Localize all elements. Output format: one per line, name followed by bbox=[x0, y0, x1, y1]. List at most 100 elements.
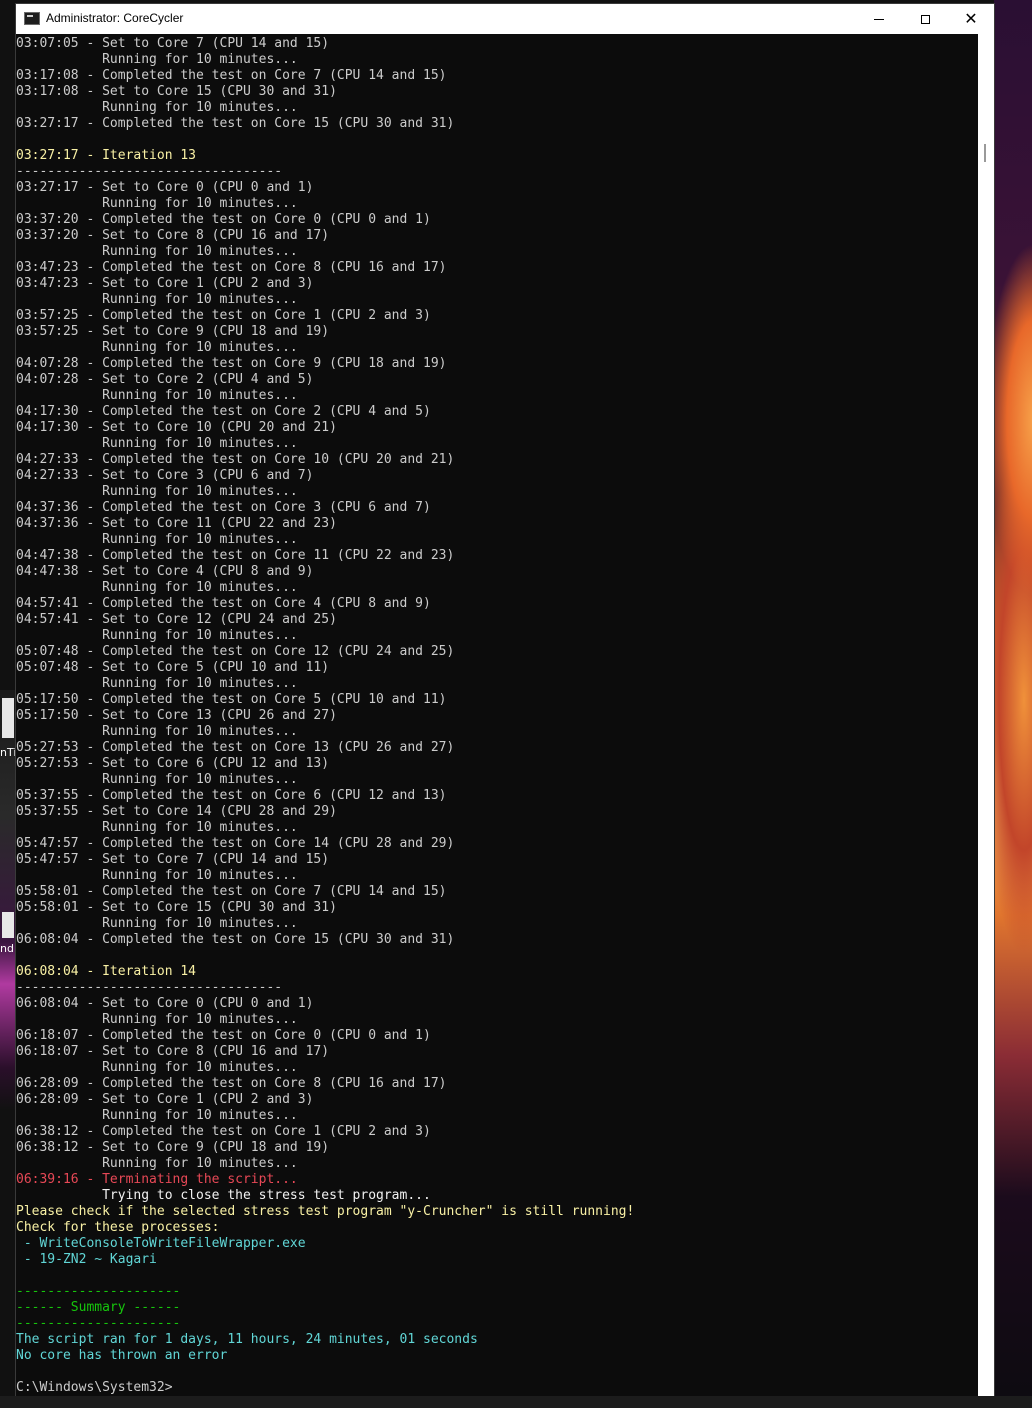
background-text-fragment: nTi bbox=[0, 746, 16, 759]
console-line: Running for 10 minutes... bbox=[16, 1060, 298, 1075]
console-line: 06:18:07 - Completed the test on Core 0 … bbox=[16, 1028, 431, 1043]
background-window-fragment bbox=[2, 698, 14, 738]
console-line: Running for 10 minutes... bbox=[16, 1012, 298, 1027]
maximize-icon bbox=[920, 14, 930, 24]
background-text-fragment: nd bbox=[0, 942, 14, 955]
console-line: Running for 10 minutes... bbox=[16, 1156, 298, 1171]
console-line: Running for 10 minutes... bbox=[16, 340, 298, 355]
console-line: 05:47:57 - Completed the test on Core 14… bbox=[16, 836, 455, 851]
console-line: 04:37:36 - Completed the test on Core 3 … bbox=[16, 500, 431, 515]
console-output[interactable]: 03:07:05 - Set to Core 7 (CPU 14 and 15)… bbox=[16, 34, 978, 1396]
console-line: Running for 10 minutes... bbox=[16, 676, 298, 691]
console-line: 04:47:38 - Completed the test on Core 11… bbox=[16, 548, 455, 563]
console-line: 03:37:20 - Completed the test on Core 0 … bbox=[16, 212, 431, 227]
console-line: 05:58:01 - Completed the test on Core 7 … bbox=[16, 884, 447, 899]
console-line: No core has thrown an error bbox=[16, 1348, 228, 1363]
console-line: Running for 10 minutes... bbox=[16, 52, 298, 67]
console-line: 05:47:57 - Set to Core 7 (CPU 14 and 15) bbox=[16, 852, 330, 867]
console-line: 03:07:05 - Set to Core 7 (CPU 14 and 15) bbox=[16, 36, 330, 51]
console-line: Running for 10 minutes... bbox=[16, 868, 298, 883]
console-line: ------ Summary ------ bbox=[16, 1300, 181, 1315]
console-line: Running for 10 minutes... bbox=[16, 724, 298, 739]
console-line: Running for 10 minutes... bbox=[16, 244, 298, 259]
console-line: 04:17:30 - Completed the test on Core 2 … bbox=[16, 404, 431, 419]
console-line: 04:57:41 - Set to Core 12 (CPU 24 and 25… bbox=[16, 612, 337, 627]
console-line: Running for 10 minutes... bbox=[16, 580, 298, 595]
console-line: 04:57:41 - Completed the test on Core 4 … bbox=[16, 596, 431, 611]
desktop-wallpaper bbox=[994, 0, 1032, 1408]
console-line: 04:27:33 - Completed the test on Core 10… bbox=[16, 452, 455, 467]
console-line: 04:47:38 - Set to Core 4 (CPU 8 and 9) bbox=[16, 564, 314, 579]
console-lines: 03:07:05 - Set to Core 7 (CPU 14 and 15)… bbox=[16, 36, 634, 1396]
console-line: - 19-ZN2 ~ Kagari bbox=[16, 1252, 157, 1267]
console-line: 04:37:36 - Set to Core 11 (CPU 22 and 23… bbox=[16, 516, 337, 531]
console-line: 03:27:17 - Iteration 13 bbox=[16, 148, 197, 163]
console-line: 06:39:16 - Terminating the script... bbox=[16, 1172, 298, 1187]
console-line: 03:17:08 - Set to Core 15 (CPU 30 and 31… bbox=[16, 84, 337, 99]
console-line: --------------------- bbox=[16, 1284, 181, 1299]
console-line: Running for 10 minutes... bbox=[16, 532, 298, 547]
console-line: 04:17:30 - Set to Core 10 (CPU 20 and 21… bbox=[16, 420, 337, 435]
console-line: 03:27:17 - Completed the test on Core 15… bbox=[16, 116, 455, 131]
console-line: ---------------------------------- bbox=[16, 164, 283, 179]
window-title: Administrator: CoreCycler bbox=[46, 11, 184, 25]
console-line: 06:08:04 - Completed the test on Core 15… bbox=[16, 932, 455, 947]
console-line: C:\Windows\System32> bbox=[16, 1380, 173, 1395]
console-line: --------------------- bbox=[16, 1316, 181, 1331]
console-line: Please check if the selected stress test… bbox=[16, 1204, 635, 1219]
console-line: 05:07:48 - Completed the test on Core 12… bbox=[16, 644, 455, 659]
console-line: 04:07:28 - Completed the test on Core 9 … bbox=[16, 356, 447, 371]
console-line: 03:27:17 - Set to Core 0 (CPU 0 and 1) bbox=[16, 180, 314, 195]
console-line: 04:07:28 - Set to Core 2 (CPU 4 and 5) bbox=[16, 372, 314, 387]
console-line: 06:38:12 - Completed the test on Core 1 … bbox=[16, 1124, 431, 1139]
console-line: ---------------------------------- bbox=[16, 980, 283, 995]
console-line: Running for 10 minutes... bbox=[16, 436, 298, 451]
console-line: Running for 10 minutes... bbox=[16, 772, 298, 787]
background-window-fragment bbox=[2, 912, 14, 938]
console-line: 03:57:25 - Completed the test on Core 1 … bbox=[16, 308, 431, 323]
minimize-button[interactable] bbox=[856, 4, 902, 34]
console-line: 05:27:53 - Set to Core 6 (CPU 12 and 13) bbox=[16, 756, 330, 771]
console-line: 03:37:20 - Set to Core 8 (CPU 16 and 17) bbox=[16, 228, 330, 243]
console-line: 06:28:09 - Set to Core 1 (CPU 2 and 3) bbox=[16, 1092, 314, 1107]
console-line: Running for 10 minutes... bbox=[16, 100, 298, 115]
console-line: 03:17:08 - Completed the test on Core 7 … bbox=[16, 68, 447, 83]
console-line: Running for 10 minutes... bbox=[16, 388, 298, 403]
scrollbar-thumb[interactable] bbox=[984, 144, 986, 162]
console-line: 03:47:23 - Completed the test on Core 8 … bbox=[16, 260, 447, 275]
console-line: 05:27:53 - Completed the test on Core 13… bbox=[16, 740, 455, 755]
console-line: 06:28:09 - Completed the test on Core 8 … bbox=[16, 1076, 447, 1091]
console-line: 05:07:48 - Set to Core 5 (CPU 10 and 11) bbox=[16, 660, 330, 675]
close-icon: ✕ bbox=[964, 9, 978, 28]
console-line: 06:08:04 - Iteration 14 bbox=[16, 964, 197, 979]
console-line: Running for 10 minutes... bbox=[16, 292, 298, 307]
console-line: 05:37:55 - Set to Core 14 (CPU 28 and 29… bbox=[16, 804, 337, 819]
close-button[interactable]: ✕ bbox=[948, 4, 994, 34]
console-line: Running for 10 minutes... bbox=[16, 196, 298, 211]
console-line: 06:18:07 - Set to Core 8 (CPU 16 and 17) bbox=[16, 1044, 330, 1059]
console-line: Check for these processes: bbox=[16, 1220, 220, 1235]
console-line: 05:17:50 - Completed the test on Core 5 … bbox=[16, 692, 447, 707]
console-line: Running for 10 minutes... bbox=[16, 916, 298, 931]
console-line: Running for 10 minutes... bbox=[16, 484, 298, 499]
console-line: 05:17:50 - Set to Core 13 (CPU 26 and 27… bbox=[16, 708, 337, 723]
minimize-icon bbox=[874, 18, 884, 20]
console-window: Administrator: CoreCycler ✕ 03:07:05 - S… bbox=[16, 4, 994, 1396]
console-line: The script ran for 1 days, 11 hours, 24 … bbox=[16, 1332, 478, 1347]
taskbar-edge bbox=[0, 1396, 1032, 1408]
vertical-scrollbar[interactable] bbox=[978, 34, 994, 1396]
console-line: Trying to close the stress test program.… bbox=[16, 1188, 431, 1203]
title-bar[interactable]: Administrator: CoreCycler ✕ bbox=[16, 4, 994, 34]
console-line: 06:08:04 - Set to Core 0 (CPU 0 and 1) bbox=[16, 996, 314, 1011]
console-line: 05:58:01 - Set to Core 15 (CPU 30 and 31… bbox=[16, 900, 337, 915]
maximize-button[interactable] bbox=[902, 4, 948, 34]
desktop: nTi nd Administrator: CoreCycler ✕ 03:07… bbox=[0, 0, 1032, 1408]
console-line: 04:27:33 - Set to Core 3 (CPU 6 and 7) bbox=[16, 468, 314, 483]
console-line: 03:57:25 - Set to Core 9 (CPU 18 and 19) bbox=[16, 324, 330, 339]
console-line: Running for 10 minutes... bbox=[16, 1108, 298, 1123]
console-line: 05:37:55 - Completed the test on Core 6 … bbox=[16, 788, 447, 803]
console-line: 03:47:23 - Set to Core 1 (CPU 2 and 3) bbox=[16, 276, 314, 291]
